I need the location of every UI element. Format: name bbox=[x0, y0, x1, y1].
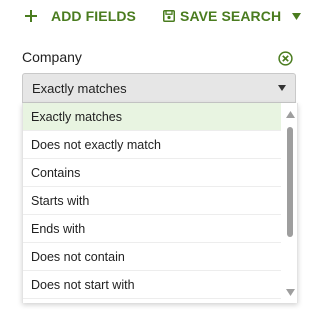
scroll-down-arrow-icon[interactable] bbox=[286, 289, 295, 296]
scroll-up-arrow-icon[interactable] bbox=[286, 111, 295, 118]
select-value: Exactly matches bbox=[32, 81, 127, 96]
field-label-company: Company bbox=[22, 49, 82, 65]
dropdown-arrow-icon bbox=[278, 85, 286, 91]
caret-down-icon[interactable] bbox=[292, 12, 302, 20]
option-starts-with[interactable]: Starts with bbox=[23, 187, 281, 215]
option-exactly-matches[interactable]: Exactly matches bbox=[23, 103, 281, 131]
add-fields-label: ADD FIELDS bbox=[51, 8, 136, 24]
match-type-dropdown: Exactly matches Does not exactly match C… bbox=[22, 103, 298, 303]
option-does-not-exactly-match[interactable]: Does not exactly match bbox=[23, 131, 281, 159]
save-icon bbox=[163, 10, 175, 22]
search-filter-panel: ADD FIELDS SAVE SEARCH Company Exactly m… bbox=[0, 0, 318, 314]
plus-icon bbox=[25, 10, 37, 22]
close-circle-icon[interactable] bbox=[278, 51, 293, 66]
save-search-label: SAVE SEARCH bbox=[180, 8, 282, 24]
add-fields-button[interactable]: ADD FIELDS bbox=[24, 6, 136, 26]
option-does-not-start-with[interactable]: Does not start with bbox=[23, 271, 281, 299]
option-contains[interactable]: Contains bbox=[23, 159, 281, 187]
match-type-select[interactable]: Exactly matches bbox=[22, 73, 296, 103]
save-search-button[interactable]: SAVE SEARCH bbox=[163, 6, 302, 26]
dropdown-scrollbar[interactable] bbox=[283, 103, 297, 303]
option-does-not-contain[interactable]: Does not contain bbox=[23, 243, 281, 271]
toolbar: ADD FIELDS SAVE SEARCH bbox=[0, 0, 318, 32]
scrollbar-thumb[interactable] bbox=[287, 127, 293, 237]
option-ends-with[interactable]: Ends with bbox=[23, 215, 281, 243]
